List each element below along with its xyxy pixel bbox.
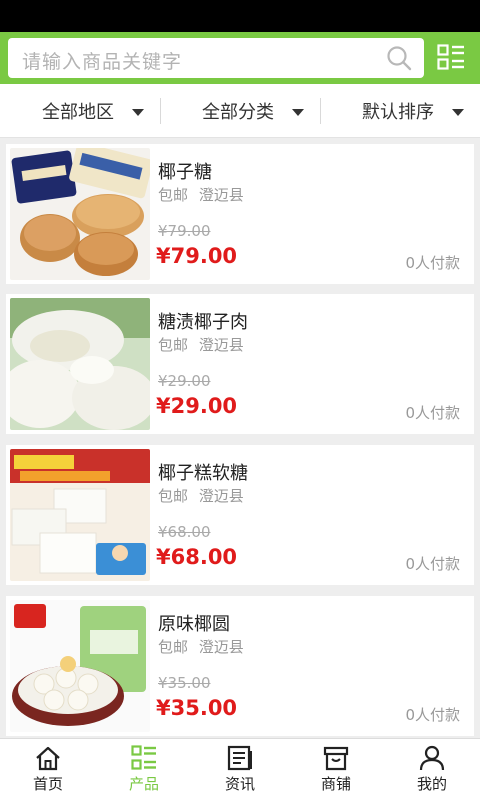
tab-news-label: 资讯 (224, 775, 255, 793)
product-location: 澄迈县 (198, 336, 244, 354)
chevron-down-icon (132, 108, 144, 116)
shipping-label: 包邮 (158, 638, 189, 656)
shipping-label: 包邮 (158, 186, 189, 204)
current-price: ¥79.00 (156, 244, 238, 268)
tab-home[interactable]: 首页 (0, 739, 96, 800)
tab-stores[interactable]: 商铺 (288, 739, 384, 800)
filter-bar: 全部地区 全部分类 默认排序 (0, 84, 480, 138)
filter-divider (320, 98, 321, 124)
sort-filter[interactable]: 默认排序 (362, 84, 464, 138)
search-input[interactable]: 请输入商品关键字 (8, 38, 424, 78)
product-shipping: 包邮 澄迈县 (158, 184, 244, 205)
region-filter[interactable]: 全部地区 (42, 84, 144, 138)
category-menu-icon[interactable] (437, 44, 465, 72)
sales-count: 0人付款 (405, 555, 460, 573)
product-title: 椰子糕软糖 (158, 463, 248, 484)
shipping-label: 包邮 (158, 336, 189, 354)
user-icon (419, 745, 445, 771)
original-price: ¥79.00 (158, 222, 211, 240)
current-price: ¥29.00 (156, 394, 238, 418)
region-filter-label: 全部地区 (42, 102, 114, 123)
product-image[interactable] (10, 600, 150, 732)
sales-count: 0人付款 (405, 404, 460, 422)
product-title: 原味椰圆 (158, 614, 230, 635)
tab-stores-label: 商铺 (320, 775, 351, 793)
product-card[interactable]: 椰子糖 包邮 澄迈县 ¥79.00 ¥79.00 0人付款 (6, 144, 474, 284)
current-price: ¥68.00 (156, 545, 238, 569)
bottom-tab-bar: 首页 产品 资讯 商铺 我的 (0, 738, 480, 800)
sort-filter-label: 默认排序 (362, 102, 434, 123)
home-icon (36, 746, 60, 771)
search-placeholder: 请输入商品关键字 (22, 51, 183, 73)
store-icon (323, 746, 349, 771)
status-bar (0, 0, 480, 32)
original-price: ¥35.00 (158, 674, 211, 692)
product-list-icon (131, 745, 156, 770)
product-location: 澄迈县 (198, 638, 244, 656)
sales-count: 0人付款 (405, 706, 460, 724)
product-shipping: 包邮 澄迈县 (158, 334, 244, 355)
filter-divider (160, 98, 161, 124)
news-icon (227, 745, 252, 771)
chevron-down-icon (452, 108, 464, 116)
product-location: 澄迈县 (198, 487, 244, 505)
chevron-down-icon (292, 108, 304, 116)
category-filter-label: 全部分类 (202, 102, 274, 123)
original-price: ¥68.00 (158, 523, 211, 541)
category-filter[interactable]: 全部分类 (202, 84, 304, 138)
search-icon[interactable] (386, 45, 412, 71)
shipping-label: 包邮 (158, 487, 189, 505)
current-price: ¥35.00 (156, 696, 238, 720)
tab-products-label: 产品 (128, 775, 159, 793)
product-image[interactable] (10, 148, 150, 280)
tab-mine-label: 我的 (416, 775, 447, 793)
product-card[interactable]: 原味椰圆 包邮 澄迈县 ¥35.00 ¥35.00 0人付款 (6, 596, 474, 736)
product-shipping: 包邮 澄迈县 (158, 636, 244, 657)
product-title: 椰子糖 (158, 162, 212, 183)
tab-mine[interactable]: 我的 (384, 739, 480, 800)
product-shipping: 包邮 澄迈县 (158, 485, 244, 506)
tab-news[interactable]: 资讯 (192, 739, 288, 800)
product-image[interactable] (10, 298, 150, 430)
product-card[interactable]: 糖渍椰子肉 包邮 澄迈县 ¥29.00 ¥29.00 0人付款 (6, 294, 474, 434)
product-location: 澄迈县 (198, 186, 244, 204)
sales-count: 0人付款 (405, 254, 460, 272)
product-card[interactable]: 椰子糕软糖 包邮 澄迈县 ¥68.00 ¥68.00 0人付款 (6, 445, 474, 585)
product-image[interactable] (10, 449, 150, 581)
tab-home-label: 首页 (32, 775, 63, 793)
tab-products[interactable]: 产品 (96, 739, 192, 800)
original-price: ¥29.00 (158, 372, 211, 390)
search-header: 请输入商品关键字 (0, 32, 480, 84)
product-title: 糖渍椰子肉 (158, 312, 248, 333)
